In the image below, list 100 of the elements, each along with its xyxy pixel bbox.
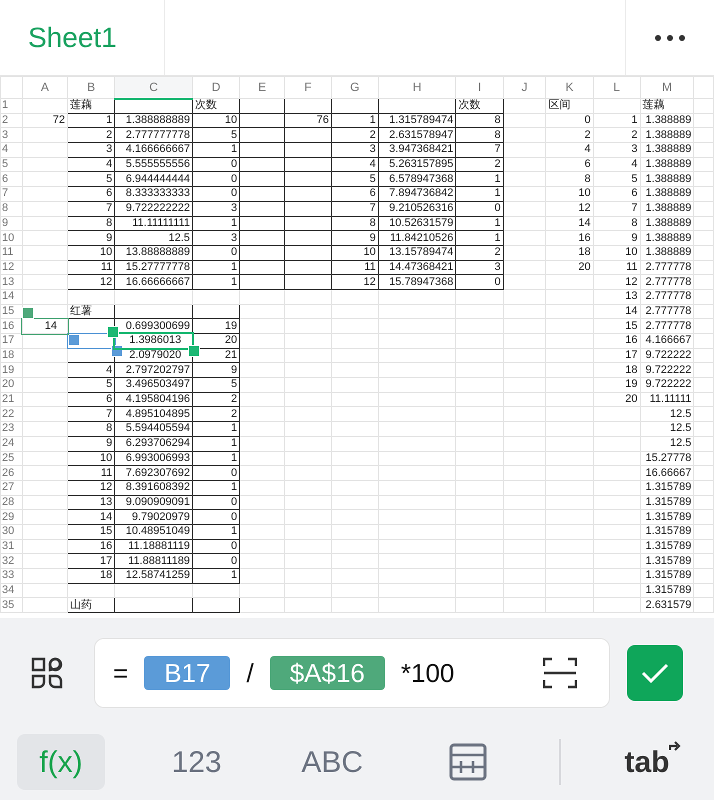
selection-handle[interactable] <box>22 306 34 319</box>
table-cell: 0 <box>192 157 240 172</box>
row-header[interactable]: 14 <box>0 289 22 304</box>
table-cell: 1 <box>192 274 240 290</box>
row-header[interactable]: 17 <box>0 334 22 348</box>
selection-handle[interactable] <box>106 326 119 338</box>
row-header[interactable]: 30 <box>0 524 22 540</box>
row-header[interactable]: 5 <box>0 157 22 172</box>
row-header[interactable]: 2 <box>0 113 22 128</box>
row-header[interactable]: 20 <box>0 378 22 392</box>
row-header[interactable]: 22 <box>0 406 22 422</box>
table-cell: 1.388889 <box>640 157 694 172</box>
table-cell: 16 <box>593 334 640 348</box>
selection-handle[interactable] <box>188 345 200 358</box>
row-header[interactable]: 27 <box>0 480 22 496</box>
row-header[interactable]: 31 <box>0 539 22 554</box>
table-cell: 18 <box>68 568 115 584</box>
row-header[interactable]: 24 <box>0 436 22 451</box>
row-header[interactable]: 26 <box>0 466 22 480</box>
keyboard-mode-tab[interactable]: ABC <box>288 734 376 790</box>
table-cell: 11 <box>593 260 640 275</box>
table-cell: 5.594405594 <box>114 422 192 436</box>
table-cell: 14 <box>593 304 640 319</box>
row-header[interactable]: 18 <box>0 348 22 363</box>
row-header[interactable]: 23 <box>0 422 22 436</box>
table-cell: 17 <box>68 554 115 568</box>
keyboard-mode-tab[interactable]: 123 <box>152 734 241 790</box>
table-cell: 2.777777778 <box>114 128 192 143</box>
row-header[interactable]: 7 <box>0 186 22 202</box>
table-cell: 3 <box>192 230 240 246</box>
row-header[interactable]: 4 <box>0 142 22 158</box>
column-header[interactable]: F <box>284 76 332 98</box>
row-header[interactable]: 3 <box>0 128 22 143</box>
row-header[interactable]: 25 <box>0 451 22 466</box>
table-cell: 10 <box>68 451 115 466</box>
row-header[interactable]: 29 <box>0 510 22 524</box>
row-header[interactable]: 8 <box>0 201 22 216</box>
table-cell: 1.388889 <box>640 216 694 231</box>
row-header[interactable]: 1 <box>0 98 22 114</box>
table-cell: 0 <box>192 172 240 187</box>
row-header[interactable]: 32 <box>0 554 22 568</box>
table-cell: 5 <box>192 378 240 392</box>
table-cell: 72 <box>22 113 68 128</box>
table-cell: 6.578947368 <box>378 172 456 187</box>
row-header[interactable]: 15 <box>0 304 22 319</box>
table-cell: 15.27778 <box>640 451 694 466</box>
column-header[interactable]: J <box>503 76 546 98</box>
column-header[interactable]: K <box>546 76 594 98</box>
table-cell: 12 <box>68 480 115 496</box>
formula-field[interactable]: = B17 / $A$16 *100 <box>94 638 610 708</box>
table-cell: 0 <box>192 186 240 202</box>
table-cell: 7.894736842 <box>378 186 456 202</box>
row-header[interactable]: 21 <box>0 392 22 407</box>
table-cell: 2.797202797 <box>114 362 192 378</box>
row-header[interactable]: 10 <box>0 230 22 246</box>
tab-key[interactable]: tab <box>608 734 697 790</box>
row-header[interactable]: 34 <box>0 583 22 598</box>
row-header[interactable]: 28 <box>0 495 22 510</box>
table-cell: 7.692307692 <box>114 466 192 480</box>
confirm-button[interactable] <box>627 645 683 701</box>
keyboard-mode-tab[interactable]: f(x) <box>17 734 105 790</box>
row-header[interactable]: 11 <box>0 245 22 260</box>
table-cell: 10 <box>192 113 240 128</box>
table-cell: 1 <box>456 216 504 231</box>
table-cell: 区间 <box>546 98 594 114</box>
table-cell: 6.993006993 <box>114 451 192 466</box>
apps-icon[interactable] <box>30 656 64 690</box>
column-header[interactable]: L <box>593 76 640 98</box>
scan-icon[interactable] <box>543 657 577 689</box>
table-cell: 11 <box>331 260 378 275</box>
column-header[interactable]: B <box>68 76 115 98</box>
table-cell: 3 <box>68 142 115 158</box>
row-header[interactable]: 33 <box>0 568 22 584</box>
table-cell: 1 <box>192 422 240 436</box>
column-header[interactable]: E <box>240 76 284 98</box>
column-header[interactable]: D <box>192 76 240 98</box>
table-cell: 5.555555556 <box>114 157 192 172</box>
column-header[interactable]: M <box>640 76 694 98</box>
row-header[interactable]: 35 <box>0 598 22 613</box>
row-header[interactable]: 13 <box>0 274 22 290</box>
table-cell: 76 <box>284 113 332 128</box>
column-header[interactable]: G <box>331 76 378 98</box>
row-header[interactable]: 9 <box>0 216 22 231</box>
table-cell: 7 <box>331 201 378 216</box>
table-cell: 3 <box>593 142 640 158</box>
table-cell: 16.66666667 <box>114 274 192 290</box>
column-header[interactable]: C <box>114 76 192 98</box>
table-cell: 1 <box>192 480 240 496</box>
cell-reference-chip: B17 <box>144 656 230 690</box>
table-cell: 0 <box>192 245 240 260</box>
column-header[interactable]: I <box>456 76 504 98</box>
row-header[interactable]: 6 <box>0 172 22 187</box>
column-header[interactable]: A <box>22 76 68 98</box>
table-cell: 11.18881119 <box>114 539 192 554</box>
table-cell: 9.722222 <box>640 362 694 378</box>
table-cell: 1 <box>331 113 378 128</box>
table-cell: 9.090909091 <box>114 495 192 510</box>
row-header[interactable]: 19 <box>0 362 22 378</box>
row-header[interactable]: 12 <box>0 260 22 275</box>
column-header[interactable]: H <box>378 76 456 98</box>
